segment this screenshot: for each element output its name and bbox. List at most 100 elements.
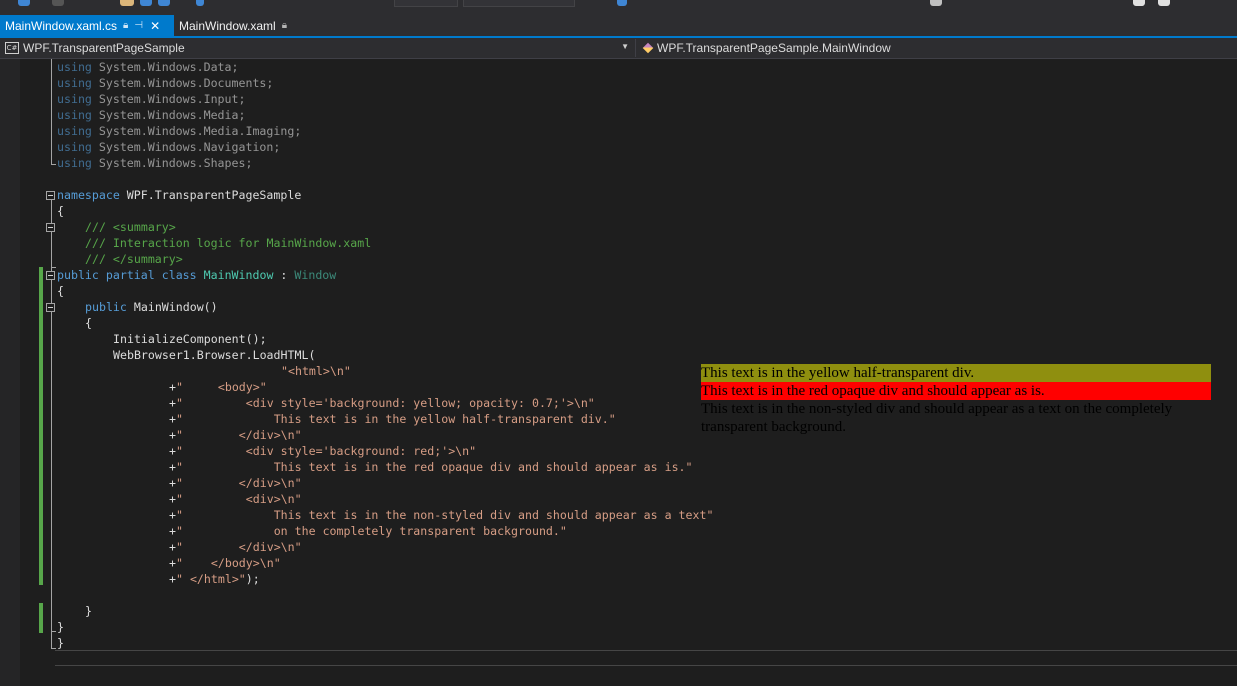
read-only-icon: 🔒︎ [281,20,288,31]
concat-op: + [169,444,176,458]
string-line: +" <div>\n" [169,491,302,507]
current-line-highlight [55,650,1237,666]
concat-op: + [169,396,176,410]
string-literal: " This text is in the red opaque div and… [175,460,693,474]
string-literal: " on the completely transparent backgrou… [175,524,567,538]
using-target: System.Windows.Media; [98,108,246,122]
constructor-name: MainWindow() [133,300,218,314]
collapse-namespace-icon[interactable] [46,191,55,200]
attach-icon[interactable] [930,0,942,6]
transparent-browser-view[interactable]: This text is in the yellow half-transpar… [701,364,1211,436]
string-literal: " </html>" [175,572,246,586]
concat-op: + [169,524,176,538]
collapse-constructor-icon[interactable] [46,303,55,312]
tab-mainwindow-xaml[interactable]: MainWindow.xaml 🔒︎ [174,15,298,36]
layout-icon[interactable] [1133,0,1145,6]
collapse-class-icon[interactable] [46,271,55,280]
string-line: +" <div style='background: yellow; opaci… [169,395,595,411]
string-line: +" </div>\n" [169,427,302,443]
code-line: using System.Windows.Shapes; [57,155,252,171]
string-literal: " </div>\n" [175,428,302,442]
string-line: +" This text is in the non-styled div an… [169,507,713,523]
outline-end [51,164,56,165]
string-literal: "<html>\n" [281,364,351,378]
pin-icon[interactable]: ⊣ [134,20,143,31]
string-line: +" <div style='background: red;'>\n" [169,443,476,459]
using-target: System.Windows.Navigation; [98,140,281,154]
platform-dropdown[interactable] [463,0,575,7]
tab-mainwindow-xaml-cs[interactable]: MainWindow.xaml.cs 🔒︎ ⊣ ✕ [0,15,174,36]
open-folder-icon[interactable] [120,0,134,6]
navigate-back-icon[interactable] [196,0,204,6]
code-line: { [57,203,64,219]
close-tab-icon[interactable]: ✕ [150,19,160,33]
keyword: partial [105,268,155,282]
keyword: namespace [57,188,120,202]
concat-op: + [169,508,176,522]
csharp-file-icon: C# [5,42,19,54]
read-only-icon: 🔒︎ [123,20,129,31]
keyword: using [57,76,92,90]
save-all-icon[interactable] [158,0,170,6]
code-line: { [85,315,92,331]
keyword: public [57,268,99,282]
type-dropdown[interactable]: WPF.TransparentPageSample.MainWindow [636,39,1237,57]
change-indicator [39,603,43,633]
string-literal: " </body>\n" [175,556,281,570]
outline-end [51,648,56,649]
string-literal: " </div>\n" [175,540,302,554]
code-line: public partial class MainWindow : Window [57,267,336,283]
chevron-down-icon: ▼ [621,42,629,51]
collapse-summary-icon[interactable] [46,223,55,232]
concat-op: + [169,492,176,506]
string-line: +" </div>\n" [169,475,302,491]
code-line: InitializeComponent(); [113,331,267,347]
string-line: +" </html>"); [169,572,260,586]
summary-close: /// </summary> [85,252,183,266]
summary-text: /// Interaction logic for MainWindow.xam… [85,236,372,250]
concat-op: + [169,412,176,426]
plain-div: This text is in the non-styled div and s… [701,401,1173,435]
indicator-margin [0,59,20,686]
string-literal: " <body>" [175,380,267,394]
comment-line: /// Interaction logic for MainWindow.xam… [85,235,371,251]
window-icon[interactable] [1158,0,1170,6]
code-line: using System.Windows.Media; [57,107,245,123]
save-icon[interactable] [140,0,152,6]
change-indicator [39,267,43,585]
navigation-bar: C# WPF.TransparentPageSample ▼ WPF.Trans… [0,38,1237,59]
code-line: { [57,283,64,299]
string-line: +" </div>\n" [169,539,302,555]
project-dropdown[interactable]: C# WPF.TransparentPageSample ▼ [0,39,636,57]
string-line: "<html>\n" [281,363,351,379]
code-line: namespace WPF.TransparentPageSample [57,187,301,203]
tab-label: MainWindow.xaml.cs [5,18,118,33]
using-target: System.Windows.Media.Imaging; [98,124,302,138]
string-line: +" </body>\n" [169,555,281,571]
using-target: System.Windows.Input; [98,92,246,106]
undo-icon[interactable] [18,0,30,6]
red-div: This text is in the red opaque div and s… [701,382,1211,400]
brace: } [85,604,92,618]
redo-icon[interactable] [52,0,64,6]
concat-op: + [169,460,176,474]
tab-label: MainWindow.xaml [179,18,276,33]
code-line: using System.Windows.Navigation; [57,139,280,155]
keyword: class [161,268,197,282]
document-tab-strip: MainWindow.xaml.cs 🔒︎ ⊣ ✕ MainWindow.xam… [0,15,1237,38]
init-call: InitializeComponent(); [113,332,267,346]
call-end: ); [245,572,260,586]
brace: { [85,316,92,330]
keyword: using [57,92,92,106]
configuration-dropdown[interactable] [394,0,458,7]
code-line: WebBrowser1.Browser.LoadHTML( [113,347,315,363]
string-literal: " <div>\n" [175,492,302,506]
type-name: WPF.TransparentPageSample.MainWindow [657,41,891,55]
code-line: using System.Windows.Input; [57,91,245,107]
start-debug-icon[interactable] [617,0,627,6]
keyword: using [57,156,92,170]
outline-end [51,267,56,268]
concat-op: + [169,540,176,554]
keyword: using [57,60,92,74]
concat-op: + [169,476,176,490]
